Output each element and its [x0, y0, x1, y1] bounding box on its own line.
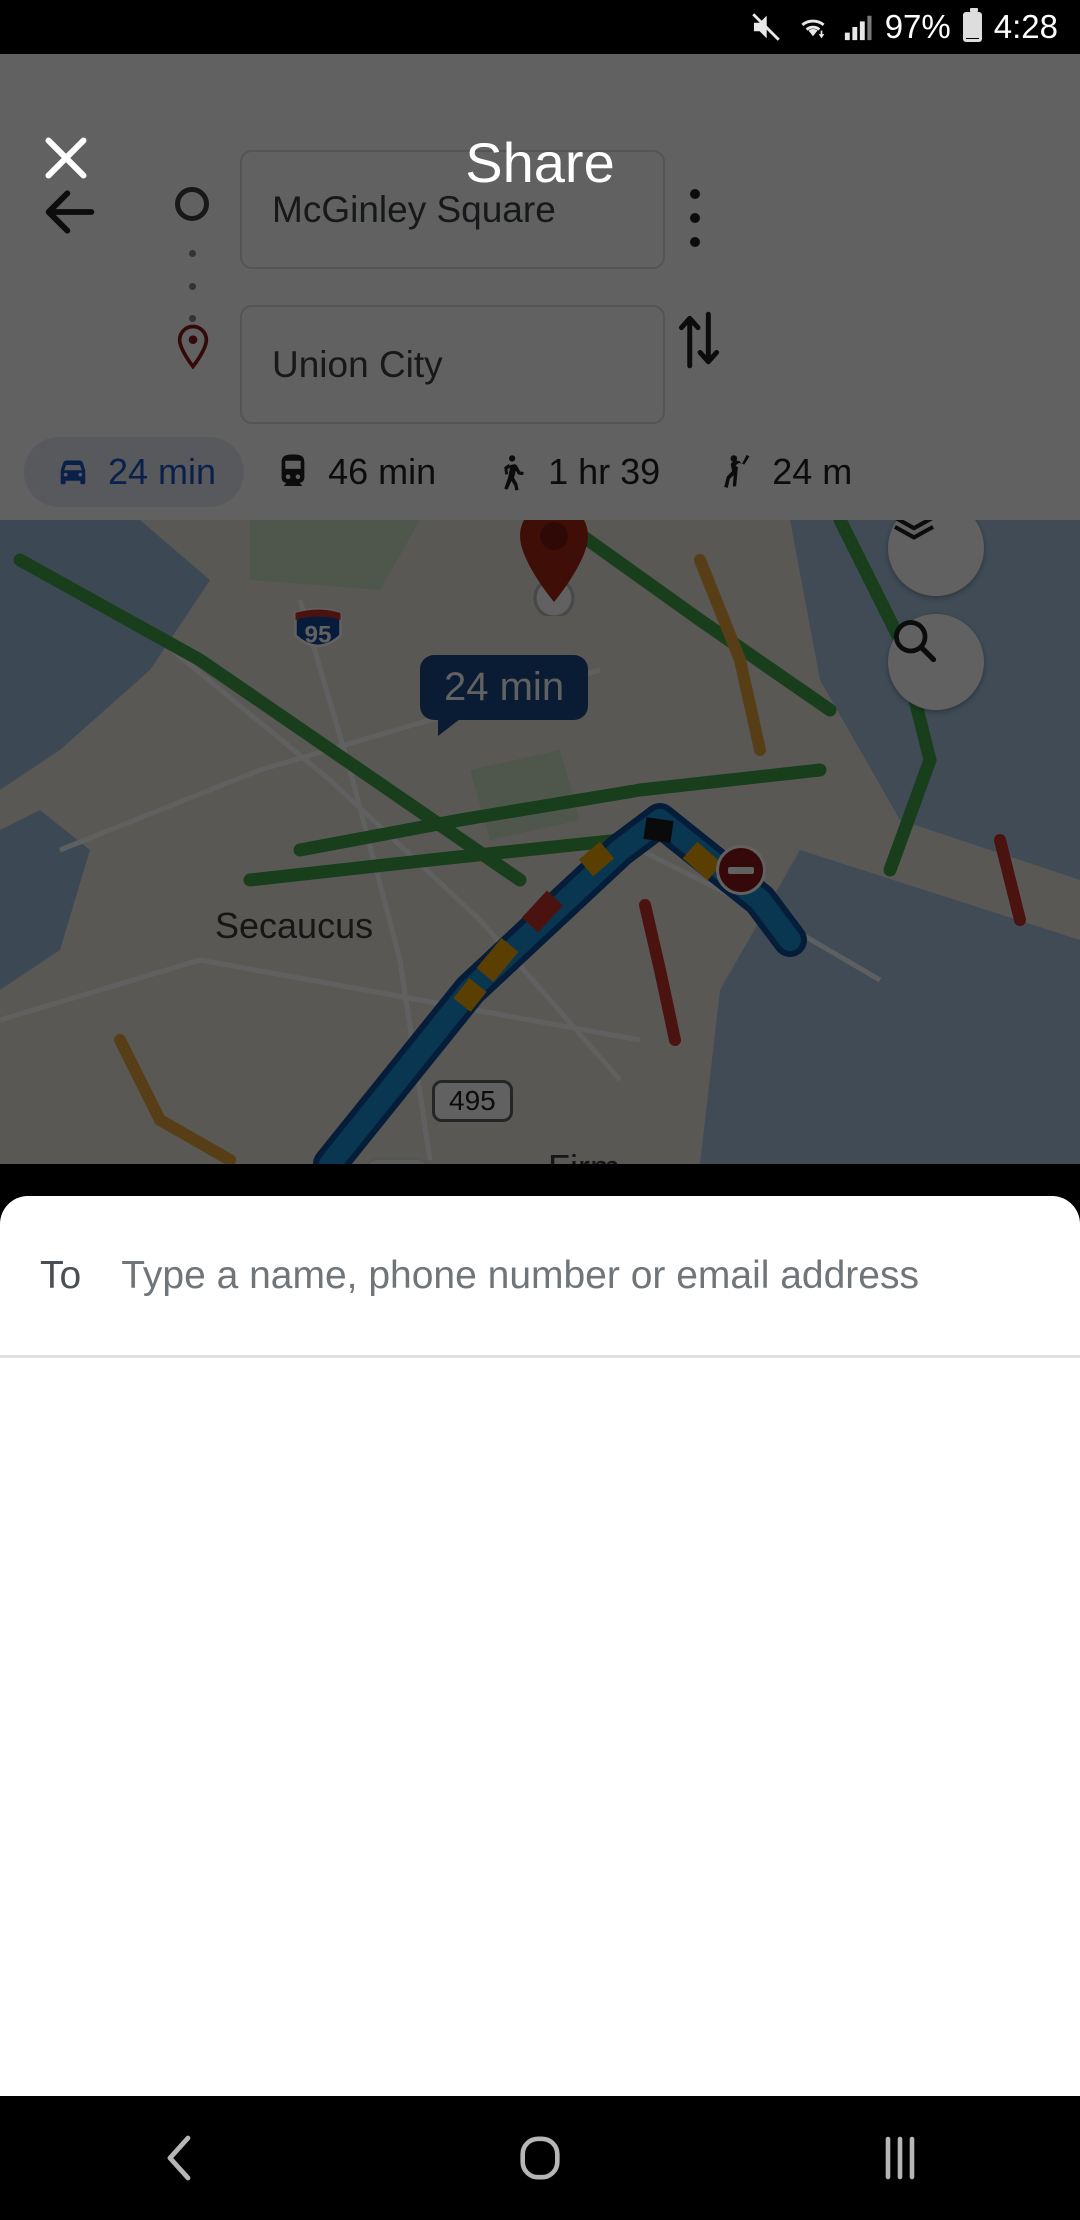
travel-mode-rideshare[interactable]: 24 m — [688, 437, 880, 507]
route-eta-badge[interactable]: 24 min — [420, 655, 589, 736]
recipient-row: To — [0, 1196, 1080, 1355]
highway-shield-495: 495 — [432, 1080, 513, 1122]
recipient-input[interactable] — [121, 1253, 1080, 1298]
car-icon — [52, 451, 94, 493]
sheet-divider-top — [0, 1355, 1080, 1358]
battery-icon — [962, 8, 982, 42]
map-canvas[interactable]: 95 495 Secaucus CVS Pharmacy y más Kenne… — [0, 520, 1080, 1164]
travel-mode-walking-label: 1 hr 39 — [548, 451, 661, 492]
home-nav-icon[interactable] — [470, 2096, 610, 2220]
battery-percent: 97% — [884, 8, 951, 45]
google-maps-app: McGinley Square Union City 24 min 46 min… — [0, 54, 1080, 1164]
status-bar: 97% 4:28 — [0, 0, 1080, 54]
rideshare-icon — [716, 451, 758, 493]
walk-icon — [492, 451, 534, 493]
map-label-secaucus: Secaucus — [215, 905, 374, 946]
mute-icon — [749, 10, 783, 44]
share-title: Share — [465, 131, 615, 194]
to-label: To — [40, 1253, 82, 1297]
recents-nav-icon[interactable] — [830, 2096, 970, 2220]
cellular-signal-icon — [843, 11, 873, 43]
poi-mattress-firm[interactable]: MATTRESS FIRM — [366, 1160, 428, 1164]
travel-mode-walking[interactable]: 1 hr 39 — [464, 437, 688, 507]
destination-pin-icon — [172, 324, 214, 374]
destination-input-value: Union City — [272, 343, 443, 385]
clock: 4:28 — [993, 8, 1058, 45]
swap-vertical-icon[interactable] — [672, 308, 724, 370]
map-pin-icon — [508, 520, 600, 616]
highway-shield-95: 95 — [292, 604, 344, 660]
road-closure-icon[interactable] — [716, 845, 766, 895]
travel-mode-transit[interactable]: 46 min — [244, 437, 464, 507]
wifi-icon — [795, 10, 831, 44]
share-sheet: To WhatsApp — [0, 1196, 1080, 2196]
travel-mode-driving[interactable]: 24 min — [24, 437, 245, 507]
route-dots — [189, 250, 196, 322]
travel-mode-transit-label: 46 min — [328, 451, 437, 492]
search-icon[interactable] — [888, 614, 984, 710]
travel-mode-driving-label: 24 min — [108, 451, 217, 492]
more-vertical-icon[interactable] — [690, 189, 700, 247]
travel-mode-rideshare-label: 24 m — [772, 451, 853, 492]
system-navigation-bar — [0, 2096, 1080, 2220]
back-nav-icon[interactable] — [110, 2096, 250, 2220]
directions-top-bar: McGinley Square Union City 24 min 46 min… — [0, 54, 1080, 520]
travel-mode-tabs: 24 min 46 min 1 hr 39 24 m — [0, 424, 1080, 520]
transit-icon — [272, 451, 314, 493]
map-label-firm: Firm — [548, 1147, 620, 1164]
destination-input[interactable]: Union City — [240, 305, 665, 424]
svg-text:95: 95 — [305, 621, 332, 648]
phone-screen: 97% 4:28 McGinley Square Union City 24 m… — [0, 0, 1080, 2220]
